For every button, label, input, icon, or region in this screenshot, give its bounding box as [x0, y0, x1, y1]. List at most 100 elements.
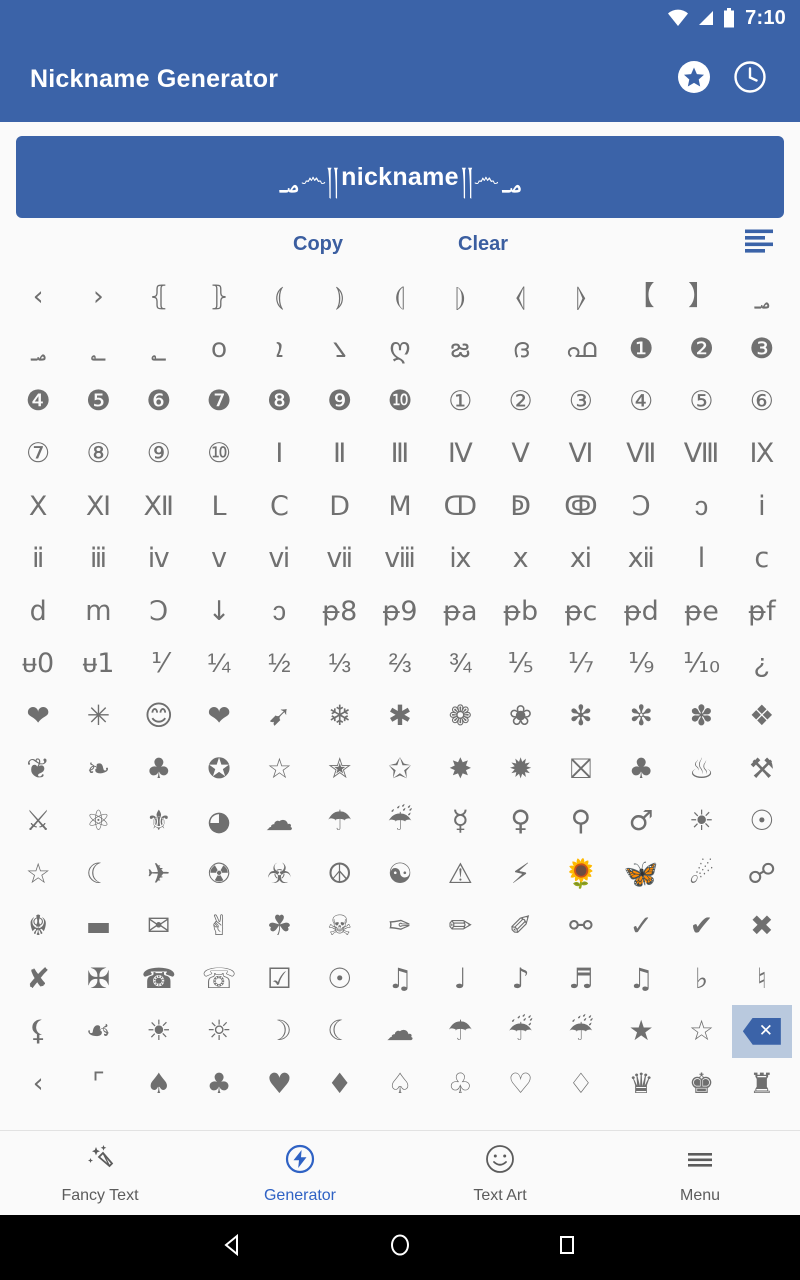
symbol-key[interactable]: జ — [430, 323, 490, 376]
symbol-key[interactable]: ♛ — [611, 1058, 671, 1111]
symbol-key[interactable]: ⅴ — [189, 533, 249, 586]
symbol-key[interactable]: ⚒ — [732, 743, 792, 796]
symbol-key[interactable]: ⚠ — [430, 848, 490, 901]
symbol-key[interactable]: ☆ — [671, 1005, 731, 1058]
symbol-key[interactable]: ✼ — [611, 690, 671, 743]
symbol-key[interactable]: ⅻ — [611, 533, 671, 586]
symbol-key[interactable]: ☂ — [430, 1005, 490, 1058]
symbol-key[interactable]: ⑩ — [189, 428, 249, 481]
nav-item-menu[interactable]: Menu — [600, 1142, 800, 1205]
symbol-key[interactable]: ‹ — [8, 1058, 68, 1111]
symbol-key[interactable]: ⛝ — [551, 743, 611, 796]
symbol-key[interactable]: ⑨ — [129, 428, 189, 481]
symbol-key[interactable]: ❖ — [732, 690, 792, 743]
symbol-key[interactable]: ❤ — [8, 690, 68, 743]
symbol-key[interactable]: ✳ — [68, 690, 128, 743]
symbol-key[interactable]: ⑤ — [671, 375, 731, 428]
symbol-key[interactable]: ⚜ — [129, 795, 189, 848]
symbol-key[interactable]: Ⅺ — [68, 480, 128, 533]
symbol-key[interactable]: ꧆ — [189, 323, 249, 376]
symbol-key[interactable]: Ⅶ — [611, 428, 671, 481]
symbol-key[interactable]: ♮ — [732, 953, 792, 1006]
symbol-key[interactable]: ❼ — [189, 375, 249, 428]
symbol-key[interactable]: ᵽ8 — [310, 585, 370, 638]
symbol-key[interactable]: ♠ — [129, 1058, 189, 1111]
symbol-key[interactable]: ♢ — [551, 1058, 611, 1111]
symbol-key[interactable]: ↄ — [249, 585, 309, 638]
symbol-key[interactable]: ❁ — [430, 690, 490, 743]
symbol-key[interactable]: ❄ — [310, 690, 370, 743]
symbol-key[interactable]: ★ — [611, 1005, 671, 1058]
symbol-key[interactable]: ⅟ — [129, 638, 189, 691]
nav-item-text-art[interactable]: Text Art — [400, 1142, 600, 1205]
symbol-key[interactable]: ⦅ — [249, 270, 309, 323]
symbol-key[interactable]: ♀ — [490, 795, 550, 848]
symbol-key[interactable]: Ⅲ — [370, 428, 430, 481]
symbol-key[interactable]: ☔ — [370, 795, 430, 848]
symbol-key[interactable]: ☬ — [8, 900, 68, 953]
symbol-key[interactable]: ✏ — [430, 900, 490, 953]
symbol-key[interactable]: ☢ — [189, 848, 249, 901]
symbol-key[interactable]: ⑧ — [68, 428, 128, 481]
symbol-key[interactable]: Ⅳ — [430, 428, 490, 481]
symbol-key[interactable]: ½ — [249, 638, 309, 691]
symbol-key[interactable]: ☮ — [310, 848, 370, 901]
symbol-key[interactable]: ♫ — [611, 953, 671, 1006]
symbol-key[interactable]: ⚔ — [8, 795, 68, 848]
symbol-key[interactable]: ¼ — [189, 638, 249, 691]
symbol-key[interactable]: ❷ — [671, 323, 731, 376]
symbol-key[interactable]: ⦆ — [310, 270, 370, 323]
symbol-key[interactable]: Ⅱ — [310, 428, 370, 481]
symbol-key[interactable]: ☏ — [189, 953, 249, 1006]
symbol-key[interactable]: ☉ — [732, 795, 792, 848]
symbol-key[interactable]: ☙ — [68, 1005, 128, 1058]
symbol-key[interactable]: ↓ — [189, 585, 249, 638]
symbol-key[interactable]: ♣ — [129, 743, 189, 796]
symbol-key[interactable]: ✖ — [732, 900, 792, 953]
back-button[interactable] — [210, 1225, 256, 1271]
symbol-key[interactable]: › — [68, 270, 128, 323]
symbol-key[interactable]: ☿ — [430, 795, 490, 848]
symbol-key[interactable]: ❤ — [189, 690, 249, 743]
symbol-key[interactable]: Ⅾ — [310, 480, 370, 533]
nickname-display[interactable]: ؃ ෴།། nickname །།෴ ؃ — [16, 136, 784, 218]
symbol-key[interactable]: ☆ — [8, 848, 68, 901]
symbol-key[interactable]: ᵽ9 — [370, 585, 430, 638]
symbol-key[interactable]: ☾ — [310, 1005, 370, 1058]
symbol-key[interactable]: ⚲ — [551, 795, 611, 848]
symbol-key[interactable]: Ↄ — [129, 585, 189, 638]
symbol-key[interactable]: Ⅴ — [490, 428, 550, 481]
symbol-key[interactable]: ➹ — [249, 690, 309, 743]
symbol-key[interactable]: ✈ — [129, 848, 189, 901]
symbol-key[interactable]: ☽ — [249, 1005, 309, 1058]
symbol-key[interactable]: ⅳ — [129, 533, 189, 586]
symbol-key[interactable]: ᵽf — [732, 585, 792, 638]
symbol-key[interactable]: ☁ — [370, 1005, 430, 1058]
symbol-key[interactable]: ♨ — [671, 743, 731, 796]
symbol-key[interactable]: ❶ — [611, 323, 671, 376]
symbol-key[interactable]: ദ — [490, 323, 550, 376]
symbol-key[interactable]: ✭ — [310, 743, 370, 796]
symbol-key[interactable]: ✪ — [189, 743, 249, 796]
symbol-key[interactable]: ✩ — [370, 743, 430, 796]
symbol-key[interactable]: ✌ — [189, 900, 249, 953]
symbol-key[interactable]: ❾ — [310, 375, 370, 428]
symbol-key[interactable]: ✐ — [490, 900, 550, 953]
symbol-key[interactable]: ♭ — [671, 953, 731, 1006]
symbol-key[interactable]: ✓ — [611, 900, 671, 953]
symbol-key[interactable]: ᵽa — [430, 585, 490, 638]
symbol-key[interactable]: ♣ — [611, 743, 671, 796]
symbol-key[interactable]: ⚛ — [68, 795, 128, 848]
symbol-key[interactable]: ☑ — [249, 953, 309, 1006]
symbol-key[interactable]: 【 — [611, 270, 671, 323]
symbol-key[interactable]: ✉ — [129, 900, 189, 953]
symbol-key[interactable]: ⅿ — [68, 585, 128, 638]
symbol-key[interactable]: 🦋 — [611, 848, 671, 901]
symbol-key[interactable]: ⚸ — [8, 1005, 68, 1058]
clear-button[interactable]: Clear — [458, 233, 508, 256]
symbol-key[interactable]: ♣ — [189, 1058, 249, 1111]
format-list-button[interactable] — [744, 229, 774, 260]
symbol-key[interactable]: ↀ — [430, 480, 490, 533]
symbol-key[interactable]: ‹ — [8, 270, 68, 323]
symbol-key[interactable]: ⅶ — [310, 533, 370, 586]
